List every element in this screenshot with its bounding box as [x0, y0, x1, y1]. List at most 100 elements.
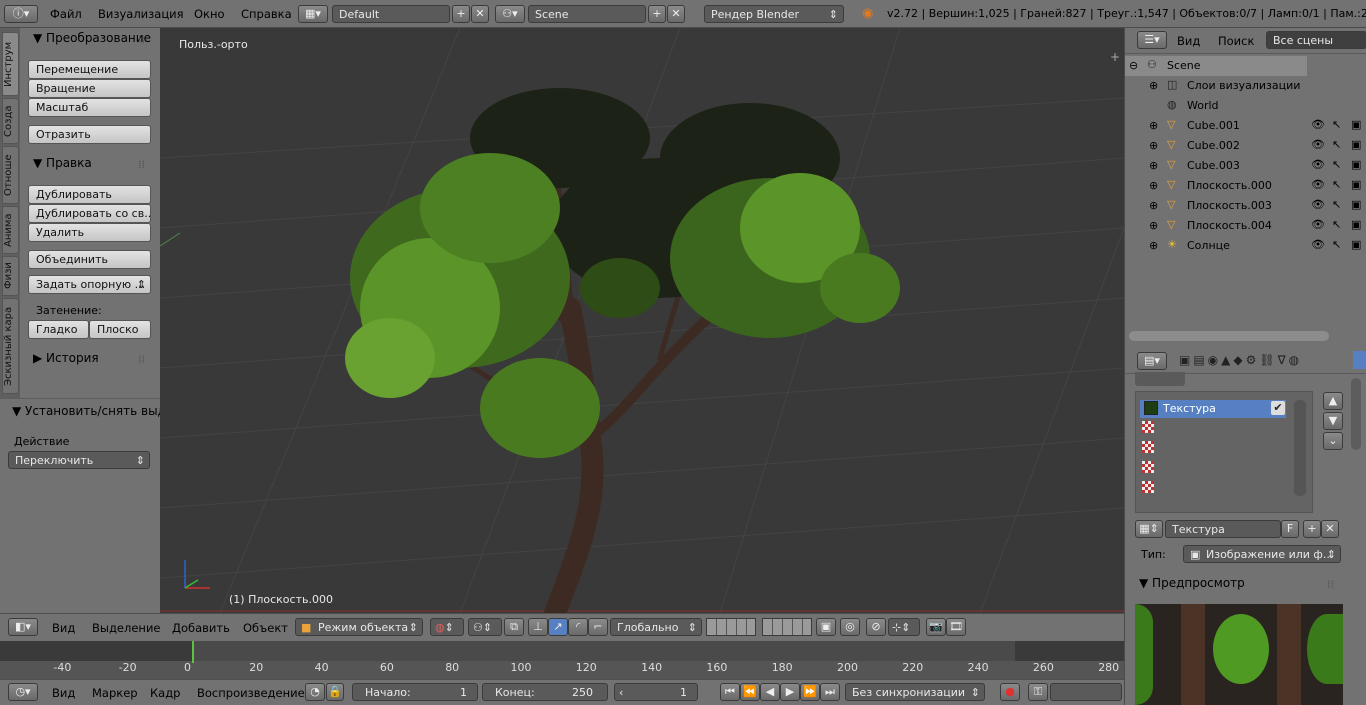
add-layout-icon[interactable]: +	[452, 5, 470, 23]
drag-handle-icon[interactable]: ⁞⁞	[138, 353, 145, 366]
unlink-texture-icon[interactable]: ✕	[1321, 520, 1339, 538]
new-texture-icon[interactable]: +	[1303, 520, 1321, 538]
shade-smooth-button[interactable]: Гладко	[28, 320, 89, 339]
selectable-cursor-icon[interactable]: ↖	[1332, 218, 1341, 231]
renderable-camera-icon[interactable]: ▣	[1351, 118, 1361, 131]
viewport-shading-select[interactable]: ◍⇕	[430, 618, 464, 636]
menu-timeline-view[interactable]: Вид	[52, 686, 75, 700]
play-icon[interactable]: ▶	[780, 683, 800, 701]
menu-add[interactable]: Добавить	[172, 621, 230, 635]
menu-object[interactable]: Объект	[243, 621, 288, 635]
action-select[interactable]: Переключить ⇕	[8, 451, 150, 469]
tab-tools[interactable]: Инструм	[2, 32, 19, 96]
outliner-row[interactable]: ⊕ ▽ Cube.001 👁 ↖ ▣	[1125, 116, 1366, 136]
editor-type-3dview-icon[interactable]: ◧▾	[8, 618, 38, 636]
render-animation-icon[interactable]: 🎞	[946, 618, 966, 636]
outliner-row[interactable]: ⊕ ▽ Cube.003 👁 ↖ ▣	[1125, 156, 1366, 176]
set-origin-select[interactable]: Задать опорную ... ⇕	[28, 275, 151, 294]
expand-toggle-icon[interactable]: ⊕	[1149, 179, 1158, 192]
menu-view[interactable]: Вид	[52, 621, 75, 635]
expand-toggle-icon[interactable]: ⊕	[1149, 139, 1158, 152]
tab-create[interactable]: Созда	[2, 98, 19, 144]
layout-name-field[interactable]: Default	[332, 5, 450, 23]
lock-range-icon[interactable]: 🔒	[326, 683, 344, 701]
play-reverse-icon[interactable]: ◀	[760, 683, 780, 701]
preview-panel-header[interactable]: ▼ Предпросмотр	[1139, 576, 1245, 590]
history-panel-header[interactable]: ▶ История	[33, 351, 99, 365]
texture-slot-checkbox[interactable]: ✔	[1271, 401, 1285, 415]
record-icon[interactable]: ●	[1000, 683, 1020, 701]
orientation-select[interactable]: Глобально ⇕	[610, 618, 702, 636]
move-slot-down-icon[interactable]: ▼	[1323, 412, 1343, 430]
expand-toggle-icon[interactable]: ⊕	[1149, 79, 1158, 92]
texture-source-tabs[interactable]	[1135, 372, 1185, 386]
visibility-eye-icon[interactable]: 👁	[1311, 178, 1325, 191]
drag-handle-icon[interactable]: ⁞⁞	[138, 158, 145, 171]
snap-element-select[interactable]: ⊹⇕	[888, 618, 920, 636]
layer-buttons-group1[interactable]	[706, 618, 756, 636]
sync-mode-select[interactable]: Без синхронизации ⇕	[845, 683, 985, 701]
expand-toggle-icon[interactable]: ⊕	[1149, 159, 1158, 172]
tab-grease-pencil[interactable]: Эскизный кара	[2, 298, 19, 394]
drag-handle-icon[interactable]: ⁞⁞	[1327, 578, 1334, 591]
menu-help[interactable]: Справка	[241, 7, 292, 21]
texture-slot-selected[interactable]: Текстура ✔	[1140, 400, 1286, 418]
menu-render[interactable]: Визуализация	[98, 7, 184, 21]
outliner-row[interactable]: ⊕ ▽ Плоскость.004 👁 ↖ ▣	[1125, 216, 1366, 236]
visibility-eye-icon[interactable]: 👁	[1311, 118, 1325, 131]
editor-type-timeline-icon[interactable]: ◷▾	[8, 683, 38, 701]
editor-type-outliner-icon[interactable]: ☰▾	[1137, 31, 1167, 49]
outliner-row[interactable]: ⊕ ▽ Плоскость.000 👁 ↖ ▣	[1125, 176, 1366, 196]
outliner-scrollbar[interactable]	[1129, 331, 1329, 341]
selectable-cursor-icon[interactable]: ↖	[1332, 238, 1341, 251]
tab-animation[interactable]: Анима	[2, 206, 19, 254]
next-keyframe-icon[interactable]: ⏩	[800, 683, 820, 701]
outliner-filter-select[interactable]: Все сцены	[1266, 31, 1366, 49]
fake-user-button[interactable]: F	[1281, 520, 1299, 538]
renderable-camera-icon[interactable]: ▣	[1351, 238, 1361, 251]
mirror-button[interactable]: Отразить	[28, 125, 151, 144]
slot-specials-icon[interactable]: ⌄	[1323, 432, 1343, 450]
selectable-cursor-icon[interactable]: ↖	[1332, 178, 1341, 191]
snap-toggle-icon[interactable]: ⊘	[866, 618, 886, 636]
remove-layout-icon[interactable]: ✕	[471, 5, 489, 23]
jump-end-icon[interactable]: ⏭	[820, 683, 840, 701]
mode-select[interactable]: ■ Режим объекта ⇕	[295, 618, 423, 636]
lock-layers-icon[interactable]: ▣	[816, 618, 836, 636]
outliner-row[interactable]: ◍ World	[1125, 96, 1366, 116]
renderable-camera-icon[interactable]: ▣	[1351, 158, 1361, 171]
move-button[interactable]: Перемещение	[28, 60, 151, 79]
selectable-cursor-icon[interactable]: ↖	[1332, 158, 1341, 171]
3d-viewport[interactable]: Польз.-орто (1) Плоскость.000 +	[160, 28, 1124, 613]
expand-toggle-icon[interactable]: ⊕	[1149, 199, 1158, 212]
timeline-ruler[interactable]	[0, 661, 1124, 679]
add-scene-icon[interactable]: +	[648, 5, 666, 23]
visibility-eye-icon[interactable]: 👁	[1311, 238, 1325, 251]
duplicate-linked-button[interactable]: Дублировать со св...	[28, 204, 151, 223]
expand-toggle-icon[interactable]: ⊖	[1129, 59, 1138, 72]
outliner-row[interactable]: ⊖ ⚇ Scene	[1125, 56, 1307, 76]
scene-icon-button[interactable]: ⚇▾	[495, 5, 525, 23]
outliner-row[interactable]: ⊕ ◫ Слои визуализации	[1125, 76, 1366, 96]
texture-context-tab[interactable]	[1353, 351, 1366, 369]
empty-slot-icon[interactable]	[1142, 421, 1154, 433]
render-engine-select[interactable]: Рендер Blender ⇕	[704, 5, 844, 23]
tab-relations[interactable]: Отноше	[2, 146, 19, 204]
scale-manipulator-icon[interactable]: ⌐	[588, 618, 608, 636]
join-button[interactable]: Объединить	[28, 250, 151, 269]
selectable-cursor-icon[interactable]: ↖	[1332, 138, 1341, 151]
keying-set-icon[interactable]: ⚿	[1028, 683, 1048, 701]
render-still-icon[interactable]: 📷	[926, 618, 946, 636]
outliner-row[interactable]: ⊕ ☀ Солнце 👁 ↖ ▣	[1125, 236, 1366, 256]
rotate-button[interactable]: Вращение	[28, 79, 151, 98]
selectable-cursor-icon[interactable]: ↖	[1332, 118, 1341, 131]
empty-slot-icon[interactable]	[1142, 461, 1154, 473]
menu-file[interactable]: Файл	[50, 7, 82, 21]
end-frame-field[interactable]: Конец: 250	[482, 683, 608, 701]
duplicate-button[interactable]: Дублировать	[28, 185, 151, 204]
layout-icon-button[interactable]: ▦▾	[298, 5, 328, 23]
prev-keyframe-icon[interactable]: ⏪	[740, 683, 760, 701]
renderable-camera-icon[interactable]: ▣	[1351, 178, 1361, 191]
rotate-manipulator-icon[interactable]: ◜	[568, 618, 588, 636]
visibility-eye-icon[interactable]: 👁	[1311, 218, 1325, 231]
